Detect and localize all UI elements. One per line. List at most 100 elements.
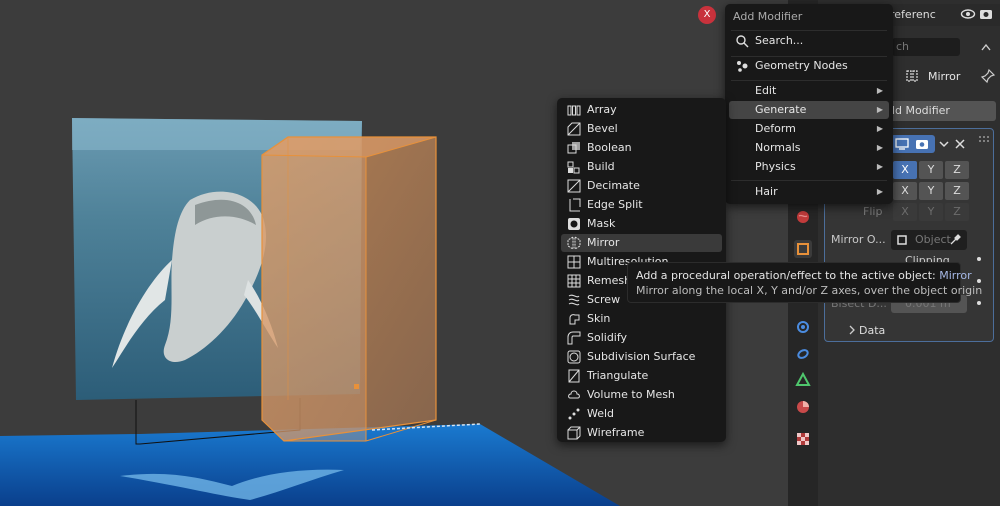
menu-item-label: Triangulate [587, 369, 649, 382]
menu-item-mask[interactable]: Mask [561, 215, 722, 233]
object-name: Mirror [928, 70, 961, 83]
array-icon [567, 103, 581, 117]
menu-item-subdivision-surface[interactable]: Subdivision Surface [561, 348, 722, 366]
remesh-icon [567, 274, 581, 288]
chevron-down-icon[interactable] [937, 137, 951, 151]
menu-title: Add Modifier [733, 10, 803, 23]
eye-icon[interactable] [960, 6, 976, 22]
world-icon[interactable] [794, 208, 812, 226]
flip-y-toggle[interactable]: Y [919, 203, 943, 221]
geometry-nodes-menu-item[interactable]: Geometry Nodes [729, 57, 889, 75]
menu-item-label: Screw [587, 293, 621, 306]
menu-item-build[interactable]: Build [561, 158, 722, 176]
axis-z-toggle[interactable]: Z [945, 161, 969, 179]
submenu-arrow-icon: ▶ [876, 187, 883, 196]
mirror-modifier-icon [904, 68, 920, 84]
flip-z-toggle[interactable]: Z [945, 203, 969, 221]
menu-item-weld[interactable]: Weld [561, 405, 722, 423]
axis-x-toggle[interactable]: X [893, 161, 917, 179]
decimate-icon [567, 179, 581, 193]
add-modifier-button[interactable]: dd Modifier [882, 101, 996, 121]
material-icon[interactable] [794, 398, 812, 416]
menu-item-solidify[interactable]: Solidify [561, 329, 722, 347]
menu-item-boolean[interactable]: Boolean [561, 139, 722, 157]
keyframe-dot-icon[interactable] [977, 257, 981, 261]
search-menu-item[interactable]: Search... [729, 32, 889, 50]
menu-item-label: Array [587, 103, 617, 116]
close-icon[interactable] [953, 137, 967, 151]
properties-search-input[interactable]: ch [892, 38, 960, 56]
menu-item-label: Wireframe [587, 426, 645, 439]
menu-item-wireframe[interactable]: Wireframe [561, 424, 722, 442]
subsurf-icon [567, 350, 581, 364]
mask-icon [567, 217, 581, 231]
physics-icon[interactable] [794, 318, 812, 336]
chevron-right-icon[interactable] [847, 325, 857, 335]
mirror-icon [567, 236, 581, 250]
pin-icon[interactable] [980, 68, 996, 84]
bisect-z-toggle[interactable]: Z [945, 182, 969, 200]
volume-to-mesh-icon [567, 388, 581, 402]
selected-mirror-object [261, 136, 437, 442]
tooltip-line2: Mirror along the local X, Y and/or Z axe… [636, 284, 983, 297]
menu-item-label: Mirror [587, 236, 620, 249]
submenu-arrow-icon: ▶ [876, 124, 883, 133]
menu-item-array[interactable]: Array [561, 101, 722, 119]
menu-item-normals[interactable]: Normals ▶ [729, 139, 889, 157]
wireframe-icon [567, 426, 581, 440]
drag-handle-icon[interactable] [977, 133, 989, 147]
menu-item-label: Bevel [587, 122, 618, 135]
geometry-nodes-icon [735, 59, 749, 73]
menu-item-skin[interactable]: Skin [561, 310, 722, 328]
search-label: Search... [755, 34, 804, 47]
bisect-x-toggle[interactable]: X [893, 182, 917, 200]
menu-item-physics[interactable]: Physics ▶ [729, 158, 889, 176]
menu-item-generate[interactable]: Generate ▶ [729, 101, 889, 119]
bisect-y-toggle[interactable]: Y [919, 182, 943, 200]
menu-item-bevel[interactable]: Bevel [561, 120, 722, 138]
multires-icon [567, 255, 581, 269]
submenu-arrow-icon: ▶ [876, 86, 883, 95]
menu-item-label: Deform [755, 122, 796, 135]
menu-item-edge-split[interactable]: Edge Split [561, 196, 722, 214]
mirror-object-placeholder: Object [915, 233, 951, 246]
menu-item-label: Generate [755, 103, 807, 116]
object-icon[interactable] [794, 240, 812, 258]
flip-x-toggle[interactable]: X [893, 203, 917, 221]
tooltip-value: Mirror [939, 269, 972, 282]
camera-render-icon[interactable] [978, 6, 994, 22]
submenu-arrow-icon: ▶ [876, 162, 883, 171]
menu-item-hair[interactable]: Hair ▶ [729, 183, 889, 201]
texture-icon[interactable] [794, 430, 812, 448]
menu-item-triangulate[interactable]: Triangulate [561, 367, 722, 385]
axis-y-toggle[interactable]: Y [919, 161, 943, 179]
display-viewport-icon[interactable] [895, 137, 909, 151]
menu-item-deform[interactable]: Deform ▶ [729, 120, 889, 138]
add-modifier-menu: Add Modifier Search... Geometry Nodes Ed… [725, 4, 893, 204]
triangulate-icon [567, 369, 581, 383]
expand-icon[interactable] [978, 40, 994, 56]
modifier-visibility-toggles[interactable] [891, 135, 935, 153]
object-data-icon[interactable] [794, 371, 812, 389]
menu-item-decimate[interactable]: Decimate [561, 177, 722, 195]
eyedropper-icon[interactable] [949, 232, 963, 246]
menu-item-label: Edge Split [587, 198, 643, 211]
menu-item-edit[interactable]: Edit ▶ [729, 82, 889, 100]
menu-item-volume-to-mesh[interactable]: Volume to Mesh [561, 386, 722, 404]
menu-item-mirror[interactable]: Mirror [561, 234, 722, 252]
keyframe-dot-icon[interactable] [977, 301, 981, 305]
data-subpanel-label[interactable]: Data [859, 324, 885, 337]
flip-label: Flip [863, 205, 883, 218]
bevel-icon [567, 122, 581, 136]
keyframe-dot-icon[interactable] [977, 279, 981, 283]
cancel-menu-close-button[interactable]: X [698, 6, 716, 24]
menu-item-label: Weld [587, 407, 615, 420]
skin-icon [567, 312, 581, 326]
boolean-icon [567, 141, 581, 155]
submenu-arrow-icon: ▶ [876, 143, 883, 152]
menu-item-label: Hair [755, 185, 778, 198]
render-camera-icon[interactable] [915, 137, 929, 151]
constraints-icon[interactable] [794, 345, 812, 363]
search-icon [735, 34, 749, 48]
search-placeholder: ch [896, 40, 910, 53]
